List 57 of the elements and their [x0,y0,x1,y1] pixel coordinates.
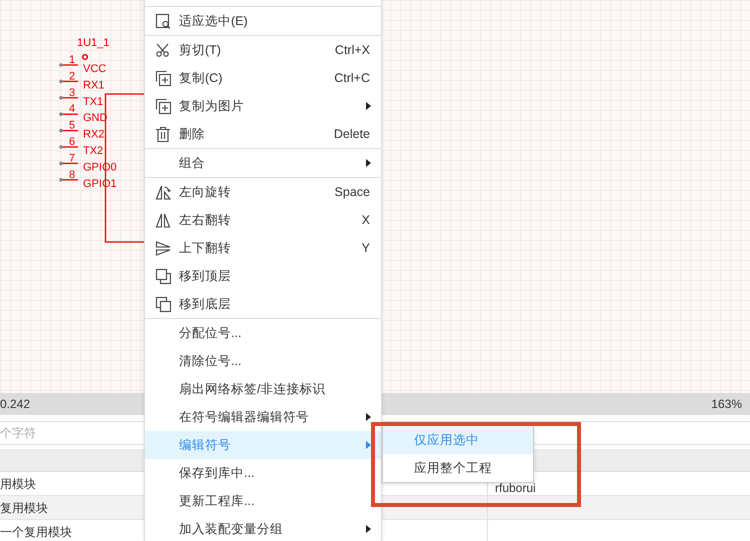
shortcut-label: Ctrl+X [334,43,370,57]
pin-line [59,178,78,182]
bring-to-front-icon [155,268,171,284]
pin-number: 8 [69,168,76,181]
pin-line [59,112,78,116]
shortcut-label: Delete [334,127,370,141]
pin-number: 7 [69,152,76,164]
pin-line [59,63,78,67]
menu-item[interactable]: 移到顶层 [145,262,381,290]
send-to-back-icon [155,296,171,312]
scissors-icon [155,42,171,58]
zoom-level: 163% [711,397,742,411]
pin-name: RX1 [83,79,104,92]
rotate-icon [155,184,171,200]
pin-line [59,128,78,132]
shortcut-label: X [362,213,370,227]
pin-number: 2 [69,70,76,82]
pin-name: TX2 [83,145,104,157]
shortcut-label: Ctrl+C [334,71,370,85]
menu-item[interactable]: 删除 Delete [145,120,381,148]
pin-name: RX2 [83,128,104,141]
pin-line [59,80,78,84]
copy-icon [155,98,171,114]
menu-item[interactable]: 左右翻转 X [145,206,381,234]
component-designator: 1U1_1 [77,37,110,49]
pin-line [59,96,78,100]
pin-name: TX1 [83,96,104,108]
pin-line [59,162,78,166]
menu-item[interactable]: 复制(C) Ctrl+C [145,64,381,92]
menu-item[interactable]: 在符号编辑器编辑符号 [145,403,381,431]
coordinate-readout: 0.242 [0,397,30,411]
pin-name: VCC [83,63,106,75]
menu-item[interactable]: 复制为图片 [145,92,381,120]
menu-item[interactable]: 扇出网络标签/非连接标识 [145,375,381,403]
fit-selection-icon [155,12,171,30]
trash-icon [155,126,171,142]
pin-number: 3 [69,86,76,99]
menu-item[interactable]: 清除位号... [145,347,381,375]
menu-item[interactable]: 移到底层 [145,290,381,318]
menu-item[interactable]: 分配位号... [145,319,381,347]
pin-one-marker-icon [82,54,88,60]
copy-icon [155,70,171,86]
pin-number: 5 [69,120,76,132]
pin-number: 6 [69,136,76,148]
pin-line [59,145,78,149]
shortcut-label: Y [362,241,370,255]
menu-item[interactable]: 适应选中(E) [145,7,381,35]
shortcut-label: Space [334,185,370,199]
table-cell-text: rfuborui [494,480,536,495]
menu-item[interactable]: 左向旋转 Space [145,178,381,206]
flip-vertical-icon [155,240,171,256]
menu-item[interactable]: 组合 [145,149,381,177]
pin-number: 1 [69,54,76,66]
menu-item[interactable]: 上下翻转 Y [145,234,381,262]
menu-item[interactable]: 剪切(T) Ctrl+X [145,36,381,64]
flip-horizontal-icon [155,212,171,228]
pin-number: 4 [69,103,76,116]
